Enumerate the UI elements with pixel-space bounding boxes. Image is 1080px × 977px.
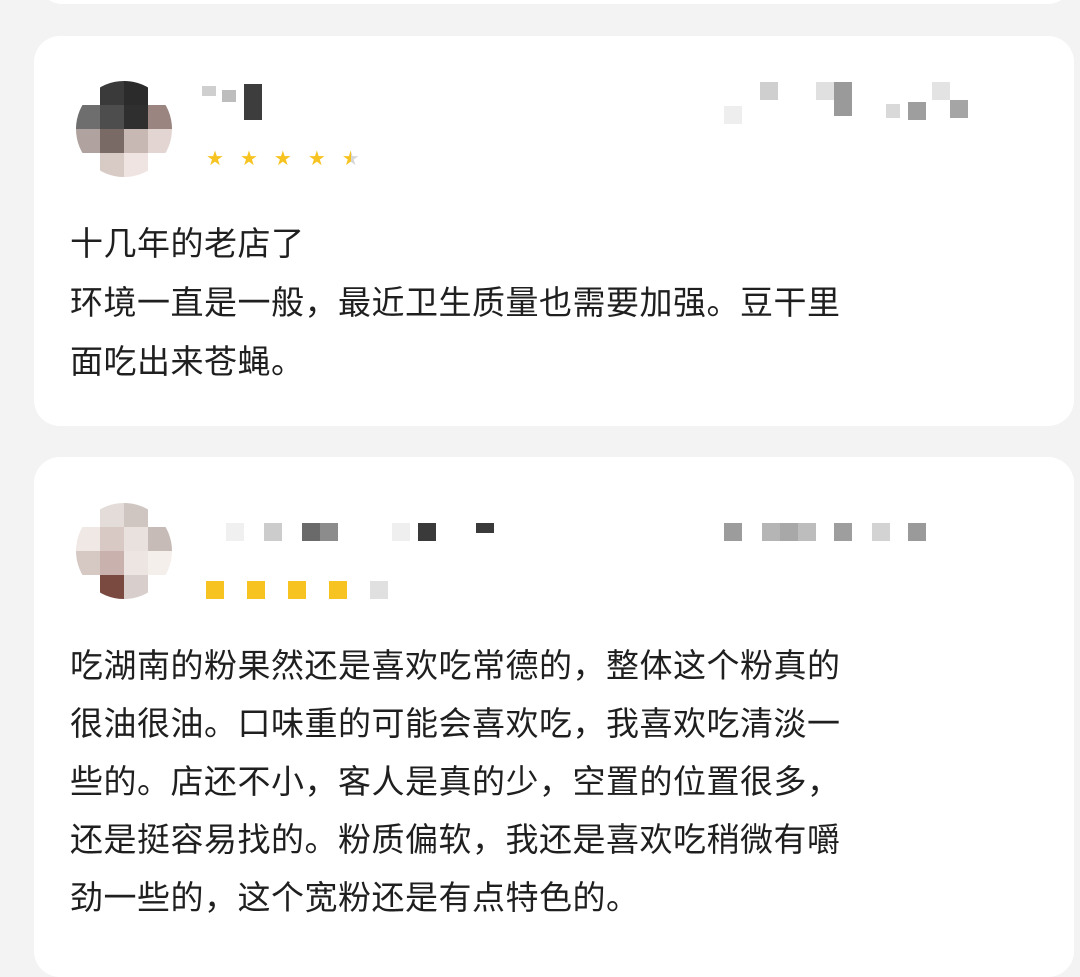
avatar-pixel bbox=[148, 503, 172, 527]
review-card[interactable]: ★ ★ ★ ★ ★ 十几年的老店了 环境一直是一般，最近卫生质量也需要加强。豆干里 面吃… bbox=[34, 36, 1074, 426]
review-line: 环境一直是一般，最近卫生质量也需要加强。豆干里 面吃出来苍蝇。 bbox=[70, 283, 841, 381]
previous-card-edge bbox=[38, 0, 1072, 4]
avatar-pixel bbox=[148, 551, 172, 575]
username-blurred bbox=[202, 84, 262, 120]
star-filled-icon bbox=[206, 581, 224, 599]
avatar-pixel bbox=[76, 105, 100, 129]
avatar-pixel bbox=[100, 105, 124, 129]
review-line: 吃湖南的粉果然还是喜欢吃常德的，整体这个粉真的 很油很油。口味重的可能会喜欢吃，… bbox=[70, 646, 841, 917]
star-filled-icon: ★ bbox=[239, 146, 258, 170]
avatar-pixel bbox=[124, 129, 148, 153]
star-filled-icon: ★ bbox=[206, 146, 224, 170]
avatar-pixel bbox=[76, 503, 100, 527]
avatar-pixel bbox=[148, 129, 172, 153]
star-filled-icon bbox=[329, 581, 347, 599]
star-filled-icon: ★ bbox=[273, 146, 292, 170]
avatar-pixel bbox=[124, 153, 148, 177]
star-rating: ★ ★ ★ ★ ★ bbox=[206, 148, 360, 168]
avatar-pixel bbox=[76, 129, 100, 153]
avatar-pixel bbox=[76, 527, 100, 551]
avatar-pixel bbox=[100, 81, 124, 105]
avatar-pixel bbox=[148, 575, 172, 599]
meta-blurred bbox=[724, 523, 926, 541]
review-body: 十几年的老店了 环境一直是一般，最近卫生质量也需要加强。豆干里 面吃出来苍蝇。 bbox=[70, 214, 1044, 391]
avatar-pixel bbox=[148, 527, 172, 551]
avatar-pixel bbox=[100, 527, 124, 551]
avatar-pixel bbox=[124, 105, 148, 129]
avatar-pixel bbox=[100, 503, 124, 527]
avatar-pixel bbox=[100, 153, 124, 177]
avatar-pixel bbox=[124, 551, 148, 575]
avatar-pixel bbox=[124, 81, 148, 105]
avatar-pixel bbox=[124, 527, 148, 551]
avatar-pixel bbox=[148, 153, 172, 177]
review-card[interactable]: 吃湖南的粉果然还是喜欢吃常德的，整体这个粉真的 很油很油。口味重的可能会喜欢吃，… bbox=[34, 457, 1074, 977]
avatar[interactable] bbox=[76, 81, 172, 177]
avatar-pixel bbox=[148, 81, 172, 105]
username-blurred bbox=[226, 523, 494, 541]
star-filled-icon bbox=[288, 581, 306, 599]
review-line: 十几年的老店了 bbox=[70, 224, 305, 263]
avatar-pixel bbox=[76, 81, 100, 105]
star-filled-icon bbox=[247, 581, 265, 599]
review-body: 吃湖南的粉果然还是喜欢吃常德的，整体这个粉真的 很油很油。口味重的可能会喜欢吃，… bbox=[70, 637, 1044, 927]
meta-blurred bbox=[724, 82, 968, 124]
star-empty-icon bbox=[370, 581, 388, 599]
avatar-pixel bbox=[148, 105, 172, 129]
avatar[interactable] bbox=[76, 503, 172, 599]
star-filled-icon: ★ bbox=[307, 146, 326, 170]
avatar-pixel bbox=[100, 551, 124, 575]
avatar-pixel bbox=[100, 129, 124, 153]
avatar-pixel bbox=[124, 503, 148, 527]
star-half-icon: ★ bbox=[341, 146, 360, 170]
avatar-pixel bbox=[76, 575, 100, 599]
avatar-pixel bbox=[124, 575, 148, 599]
avatar-pixel bbox=[100, 575, 124, 599]
star-rating bbox=[206, 581, 388, 599]
avatar-pixel bbox=[76, 551, 100, 575]
avatar-pixel bbox=[76, 153, 100, 177]
